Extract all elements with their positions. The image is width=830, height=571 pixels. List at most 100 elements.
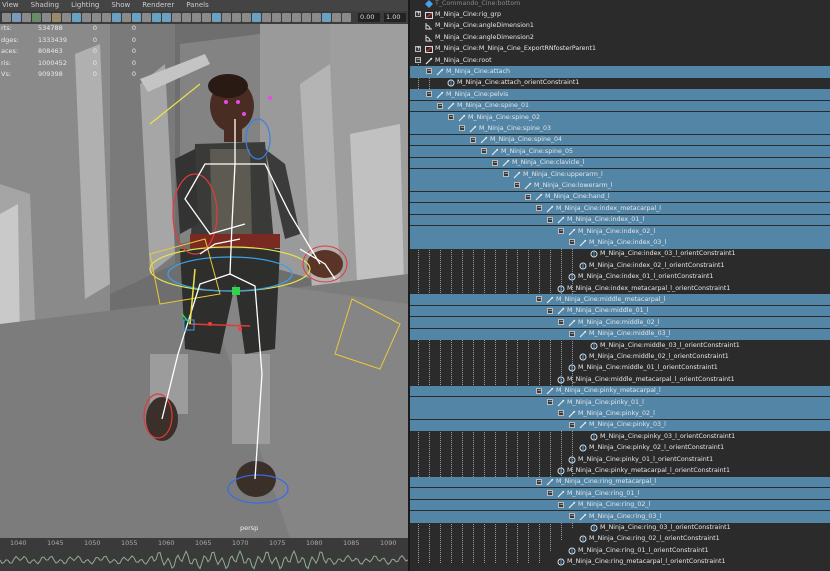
toolbar-icon[interactable]	[42, 13, 51, 22]
outliner-row[interactable]: − M_Ninja_Cine:pinky_metacarpal_l	[410, 385, 830, 398]
outliner-row[interactable]: M_Ninja_Cine:pinky_metacarpal_l_orientCo…	[410, 465, 830, 477]
toolbar-icon[interactable]	[142, 13, 151, 22]
collapse-icon[interactable]: −	[558, 501, 564, 508]
collapse-icon[interactable]: −	[437, 102, 443, 109]
outliner-row[interactable]: − M_Ninja_Cine:pelvis	[410, 89, 830, 101]
collapse-icon[interactable]: −	[558, 228, 564, 234]
timeline[interactable]: 1040 1045 1050 1055 1060 1065 1070 1075 1080 1085…	[0, 538, 408, 571]
collapse-icon[interactable]: −	[569, 330, 575, 337]
menu-shading[interactable]: Shading	[31, 0, 59, 11]
outliner-row[interactable]: − M_Ninja_Cine:attach	[410, 66, 830, 78]
collapse-icon[interactable]: −	[569, 239, 575, 246]
collapse-icon[interactable]: −	[470, 136, 476, 143]
toolbar-icon[interactable]	[332, 13, 341, 22]
toolbar-icon[interactable]	[302, 13, 311, 22]
collapse-icon[interactable]: −	[415, 57, 421, 63]
outliner-row[interactable]: M_Ninja_Cine:angleDimension1	[410, 21, 830, 33]
collapse-icon[interactable]: −	[569, 421, 575, 428]
outliner-row[interactable]: − M_Ninja_Cine:pinky_02_l	[410, 408, 830, 420]
outliner-row[interactable]: M_Ninja_Cine:angleDimension2	[410, 32, 830, 44]
collapse-icon[interactable]: −	[492, 159, 498, 166]
toolbar-icon[interactable]	[172, 13, 181, 22]
outliner-row[interactable]: − M_Ninja_Cine:hand_l	[410, 191, 830, 204]
outliner-row[interactable]: − M_Ninja_Cine:spine_04	[410, 134, 830, 147]
outliner-row[interactable]: M_Ninja_Cine:ring_02_l_orientConstraint1	[410, 534, 830, 546]
toolbar-icon[interactable]	[12, 13, 21, 22]
outliner-row[interactable]: − M_Ninja_Cine:index_02_l	[410, 226, 830, 238]
outliner-row[interactable]: M_Ninja_Cine:index_03_l_orientConstraint…	[410, 249, 830, 261]
collapse-icon[interactable]: −	[448, 114, 454, 120]
toolbar-icon[interactable]	[82, 13, 91, 22]
toolbar-icon[interactable]	[72, 13, 81, 22]
outliner-row[interactable]: M_Ninja_Cine:index_01_l_orientConstraint…	[410, 272, 830, 284]
toolbar-icon[interactable]	[132, 13, 141, 22]
menu-renderer[interactable]: Renderer	[142, 0, 174, 11]
toolbar-icon[interactable]	[202, 13, 211, 22]
outliner-row[interactable]: − M_Ninja_Cine:middle_metacarpal_l	[410, 294, 830, 306]
toolbar-icon[interactable]	[102, 13, 111, 22]
outliner-row[interactable]: − M_Ninja_Cine:middle_02_l	[410, 317, 830, 329]
collapse-icon[interactable]: −	[558, 410, 564, 417]
outliner-row[interactable]: − M_Ninja_Cine:spine_03	[410, 123, 830, 135]
collapse-icon[interactable]: −	[547, 307, 553, 314]
outliner-row[interactable]: M_Ninja_Cine:pinky_01_l_orientConstraint…	[410, 454, 830, 466]
collapse-icon[interactable]: −	[536, 296, 542, 303]
menu-view[interactable]: View	[2, 0, 19, 11]
collapse-icon[interactable]: −	[558, 319, 564, 326]
outliner-row[interactable]: M_Ninja_Cine:ring_01_l_orientConstraint1	[410, 545, 830, 557]
outliner-row[interactable]: − M_Ninja_Cine:pinky_01_l	[410, 397, 830, 409]
toolbar-icon[interactable]	[282, 13, 291, 22]
toolbar-icon[interactable]	[2, 13, 11, 22]
toolbar-icon[interactable]	[52, 13, 61, 22]
toolbar-icon[interactable]	[322, 13, 331, 22]
outliner-row[interactable]: M_Ninja_Cine:middle_03_l_orientConstrain…	[410, 340, 830, 352]
outliner-row[interactable]: − M_Ninja_Cine:ring_02_l	[410, 499, 830, 512]
outliner-row[interactable]: − M_Ninja_Cine:ring_03_l	[410, 511, 830, 523]
toolbar-icon[interactable]	[292, 13, 301, 22]
outliner-row[interactable]: − M_Ninja_Cine:ring_01_l	[410, 488, 830, 500]
outliner-row[interactable]: − M_Ninja_Cine:index_01_l	[410, 214, 830, 227]
outliner-row[interactable]: M_Ninja_Cine:attach_orientConstraint1	[410, 78, 830, 90]
collapse-icon[interactable]: −	[547, 216, 553, 223]
menu-panels[interactable]: Panels	[186, 0, 209, 11]
outliner-row[interactable]: + M_Ninja_Cine:M_Ninja_Cine_ExportRNfoste…	[410, 44, 830, 56]
outliner-row[interactable]: − M_Ninja_Cine:spine_01	[410, 100, 830, 113]
outliner-row[interactable]: M_Ninja_Cine:pinky_03_l_orientConstraint…	[410, 431, 830, 443]
collapse-icon[interactable]: −	[426, 68, 432, 75]
collapse-icon[interactable]: −	[481, 148, 487, 155]
viewport-panel[interactable]: View Shading Lighting Show Renderer Panels 0.…	[0, 0, 408, 571]
toolbar-icon[interactable]	[62, 13, 71, 22]
collapse-icon[interactable]: −	[426, 91, 432, 98]
outliner-row[interactable]: − M_Ninja_Cine:index_03_l	[410, 237, 830, 249]
expand-icon[interactable]: +	[415, 11, 421, 18]
toolbar-icon[interactable]	[182, 13, 191, 22]
outliner-panel[interactable]: T_Commando_Cine:bottom + M_Ninja_Cine:rig_…	[408, 0, 830, 571]
toolbar-icon[interactable]	[222, 13, 231, 22]
outliner-row[interactable]: − M_Ninja_Cine:spine_02	[410, 112, 830, 124]
menu-show[interactable]: Show	[111, 0, 130, 11]
outliner-row[interactable]: M_Ninja_Cine:middle_01_l_orientConstrain…	[410, 363, 830, 375]
outliner-row[interactable]: − M_Ninja_Cine:root	[410, 55, 830, 67]
outliner-row[interactable]: − M_Ninja_Cine:lowerarm_l	[410, 180, 830, 192]
outliner-row[interactable]: − M_Ninja_Cine:index_metacarpal_l	[410, 203, 830, 215]
outliner-row[interactable]: − M_Ninja_Cine:upperarm_l	[410, 169, 830, 181]
outliner-row[interactable]: − M_Ninja_Cine:middle_01_l	[410, 305, 830, 318]
toolbar-field-2[interactable]: 1.00	[384, 13, 406, 22]
toolbar-icon[interactable]	[162, 13, 171, 22]
toolbar-icon[interactable]	[32, 13, 41, 22]
collapse-icon[interactable]: −	[547, 399, 553, 405]
outliner-row[interactable]: − M_Ninja_Cine:spine_05	[410, 146, 830, 158]
viewport-scene[interactable]	[0, 24, 408, 538]
toolbar-icon[interactable]	[272, 13, 281, 22]
toolbar-icon[interactable]	[122, 13, 131, 22]
toolbar-icon[interactable]	[312, 13, 321, 22]
collapse-icon[interactable]: −	[547, 490, 553, 497]
toolbar-icon[interactable]	[192, 13, 201, 22]
toolbar-field-1[interactable]: 0.00	[358, 13, 380, 22]
outliner-row[interactable]: − M_Ninja_Cine:pinky_03_l	[410, 419, 830, 432]
collapse-icon[interactable]: −	[503, 171, 509, 177]
toolbar-icon[interactable]	[22, 13, 31, 22]
outliner-row[interactable]: M_Ninja_Cine:index_02_l_orientConstraint…	[410, 260, 830, 272]
toolbar-icon[interactable]	[342, 13, 351, 22]
outliner-row[interactable]: M_Ninja_Cine:middle_02_l_orientConstrain…	[410, 351, 830, 363]
